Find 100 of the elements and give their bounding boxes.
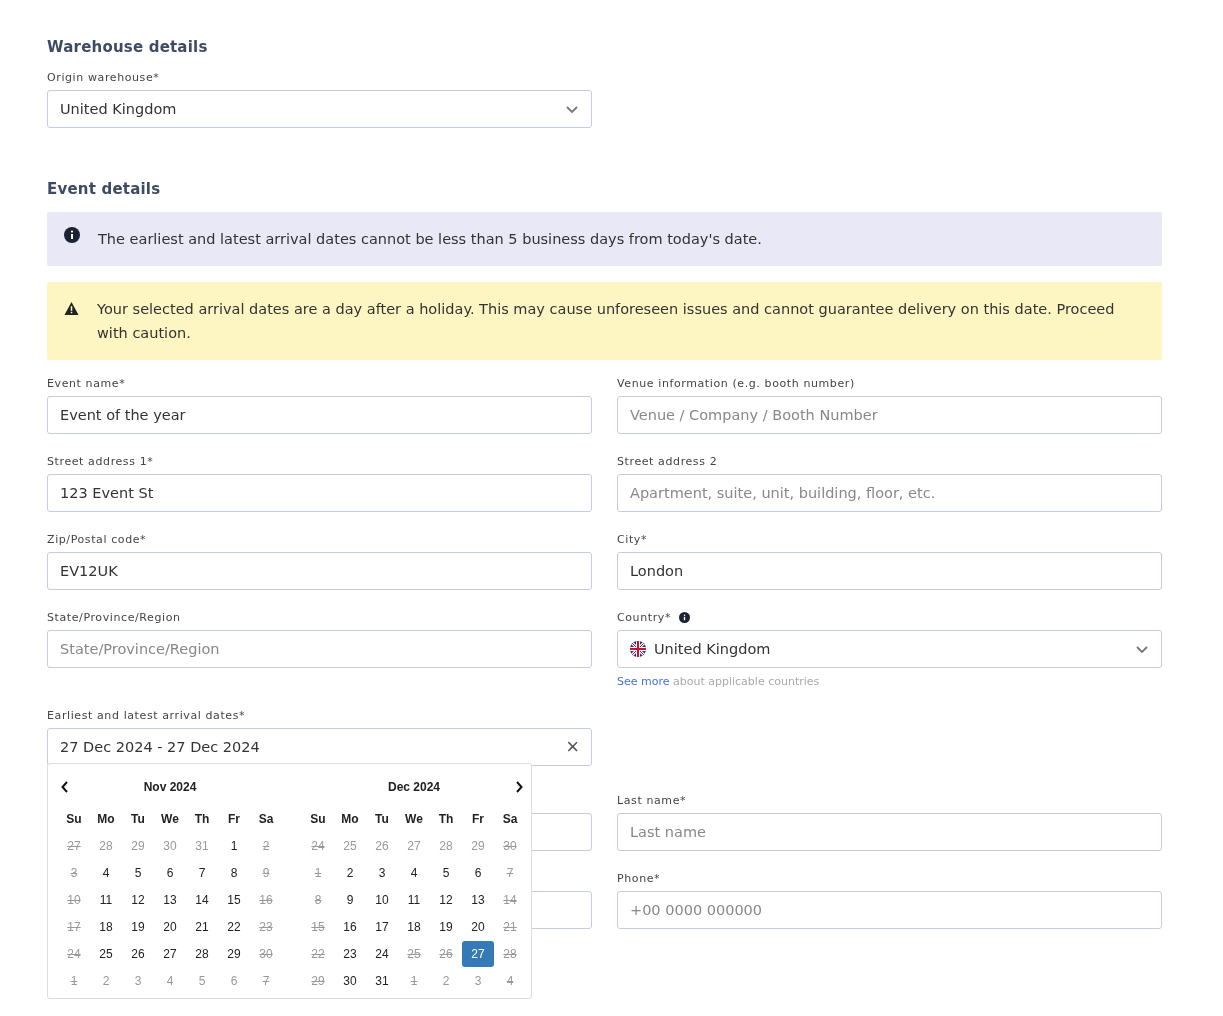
- calendar-day[interactable]: 11: [90, 886, 122, 913]
- calendar-day[interactable]: 22: [218, 913, 250, 940]
- calendar-day[interactable]: 23: [334, 940, 366, 967]
- calendar-day[interactable]: 20: [462, 913, 494, 940]
- info-icon: [679, 611, 690, 623]
- country-select[interactable]: United Kingdom: [617, 630, 1162, 668]
- calendar-day[interactable]: 11: [398, 886, 430, 913]
- calendar-day[interactable]: 12: [122, 886, 154, 913]
- calendar-day[interactable]: 5: [186, 967, 218, 994]
- calendar-day[interactable]: 29: [122, 832, 154, 859]
- input-field[interactable]: 123 Event St: [47, 474, 592, 512]
- input-field[interactable]: London: [617, 552, 1162, 590]
- calendar-day[interactable]: 28: [90, 832, 122, 859]
- weekday-label: Su: [309, 811, 327, 826]
- calendar-day[interactable]: 16: [334, 913, 366, 940]
- warning-icon: [64, 301, 79, 316]
- input-field[interactable]: EV12UK: [47, 552, 592, 590]
- weekday-label: Th: [193, 811, 211, 826]
- warehouse-select[interactable]: United Kingdom: [47, 90, 592, 128]
- calendar-day[interactable]: 14: [186, 886, 218, 913]
- calendar-day[interactable]: 20: [154, 913, 186, 940]
- calendar-day[interactable]: 21: [186, 913, 218, 940]
- calendar-day[interactable]: 3: [462, 967, 494, 994]
- chevron-right-icon: [515, 781, 523, 793]
- field-label: Street address 1*: [47, 454, 154, 468]
- field-label: Street address 2: [617, 454, 718, 468]
- weekday-label: Th: [437, 811, 455, 826]
- calendar-day[interactable]: 25: [90, 940, 122, 967]
- calendar-day[interactable]: 28: [430, 832, 462, 859]
- input-field[interactable]: Last name: [617, 813, 1162, 851]
- calendar-day[interactable]: 31: [186, 832, 218, 859]
- input-field[interactable]: Venue / Company / Booth Number: [617, 396, 1162, 434]
- calendar-day[interactable]: 13: [154, 886, 186, 913]
- field-label: Zip/Postal code*: [47, 532, 147, 546]
- calendar-day[interactable]: 12: [430, 886, 462, 913]
- calendar-day[interactable]: 7: [186, 859, 218, 886]
- calendar-day[interactable]: 6: [218, 967, 250, 994]
- calendar-day[interactable]: 6: [462, 859, 494, 886]
- info-icon: [64, 227, 80, 243]
- weekday-label: Su: [65, 811, 83, 826]
- calendar-day[interactable]: 27: [462, 940, 494, 967]
- weekday-label: Tu: [374, 811, 390, 826]
- calendar-day[interactable]: 6: [154, 859, 186, 886]
- calendar-day[interactable]: 26: [366, 832, 398, 859]
- calendar-day[interactable]: 1: [218, 832, 250, 859]
- weekday-label: Mo: [96, 811, 116, 826]
- calendar-day[interactable]: 4: [154, 967, 186, 994]
- input-field[interactable]: Apartment, suite, unit, building, floor, etc.: [617, 474, 1162, 512]
- calendar-day[interactable]: 4: [90, 859, 122, 886]
- month-title: Nov 2024: [142, 780, 198, 794]
- field-label: City*: [617, 532, 648, 546]
- calendar-day[interactable]: 29: [462, 832, 494, 859]
- calendar-day[interactable]: 27: [154, 940, 186, 967]
- calendar-day[interactable]: 30: [154, 832, 186, 859]
- weekday-label: Fr: [471, 811, 485, 826]
- calendar-day[interactable]: 13: [462, 886, 494, 913]
- see-more-link[interactable]: See more: [617, 675, 670, 688]
- calendar-day[interactable]: 19: [122, 913, 154, 940]
- input-field[interactable]: +00 0000 000000: [617, 891, 1162, 929]
- calendar-day[interactable]: 19: [430, 913, 462, 940]
- clear-button[interactable]: ×: [566, 736, 579, 758]
- calendar-day[interactable]: 2: [90, 967, 122, 994]
- field-label: Country*: [617, 610, 671, 624]
- calendar-day[interactable]: 9: [334, 886, 366, 913]
- calendar-day[interactable]: 18: [398, 913, 430, 940]
- field-label: Origin warehouse*: [47, 70, 160, 84]
- calendar-day[interactable]: 25: [334, 832, 366, 859]
- calendar-day[interactable]: 2: [334, 859, 366, 886]
- calendar-day[interactable]: 5: [430, 859, 462, 886]
- calendar-day[interactable]: 29: [218, 940, 250, 967]
- calendar-day[interactable]: 4: [398, 859, 430, 886]
- field-label: State/Province/Region: [47, 610, 181, 624]
- input-field[interactable]: State/Province/Region: [47, 630, 592, 668]
- weekday-label: Fr: [227, 811, 241, 826]
- chevron-down-icon: [565, 104, 579, 114]
- notice-text: The earliest and latest arrival dates cannot be less than 5 business days from today's date.: [98, 230, 762, 249]
- input-field[interactable]: Event of the year: [47, 396, 592, 434]
- flag-icon: [630, 641, 646, 657]
- notice-text: Your selected arrival dates are a day after a holiday. This may cause unforeseen issues and cannot guarantee delivery on this date. Proceed with caution.: [97, 300, 1116, 343]
- calendar-day[interactable]: 3: [366, 859, 398, 886]
- chevron-down-icon: [1135, 644, 1149, 654]
- chevron-left-icon: [61, 781, 69, 793]
- calendar-day[interactable]: 31: [366, 967, 398, 994]
- calendar-day[interactable]: 27: [398, 832, 430, 859]
- calendar-day[interactable]: 28: [186, 940, 218, 967]
- field-label: Event name*: [47, 376, 126, 390]
- calendar-day[interactable]: 5: [122, 859, 154, 886]
- date-range-field[interactable]: 27 Dec 2024 - 27 Dec 2024 ×: [47, 728, 592, 766]
- calendar-day[interactable]: 10: [366, 886, 398, 913]
- month-title: Dec 2024: [386, 780, 441, 794]
- calendar-day[interactable]: 26: [122, 940, 154, 967]
- field-label: Last name*: [617, 793, 687, 807]
- calendar-day[interactable]: 24: [366, 940, 398, 967]
- calendar-day[interactable]: 15: [218, 886, 250, 913]
- calendar-day[interactable]: 17: [366, 913, 398, 940]
- calendar-day[interactable]: 18: [90, 913, 122, 940]
- calendar-day[interactable]: 8: [218, 859, 250, 886]
- calendar-day[interactable]: 30: [334, 967, 366, 994]
- calendar-day[interactable]: 3: [122, 967, 154, 994]
- calendar-day[interactable]: 2: [430, 967, 462, 994]
